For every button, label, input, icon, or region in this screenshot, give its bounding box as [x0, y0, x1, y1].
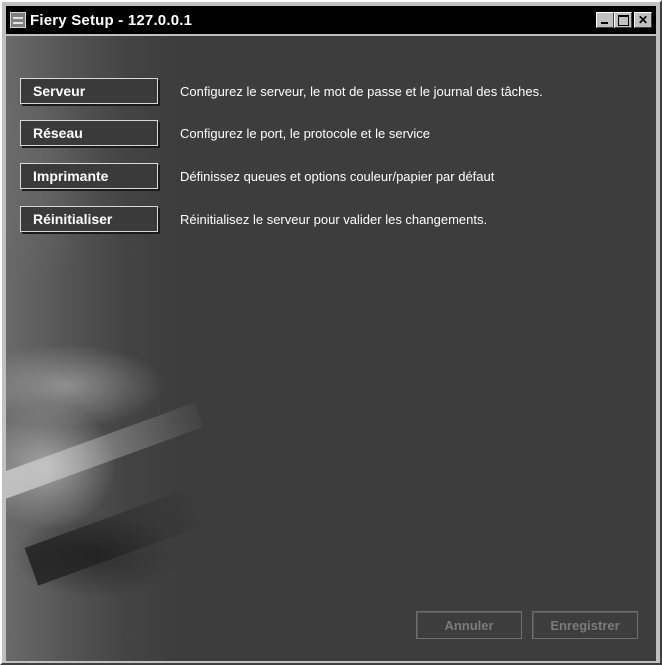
reinitialiser-button[interactable]: Réinitialiser — [20, 206, 158, 232]
menu-row-reseau: Réseau Configurez le port, le protocole … — [20, 120, 430, 146]
title-bar[interactable]: Fiery Setup - 127.0.0.1 ✕ — [6, 6, 656, 34]
imprimante-button[interactable]: Imprimante — [20, 163, 158, 189]
serveur-button[interactable]: Serveur — [20, 78, 158, 104]
cancel-button[interactable]: Annuler — [416, 611, 522, 639]
app-window-icon[interactable] — [10, 12, 26, 28]
reseau-button[interactable]: Réseau — [20, 120, 158, 146]
close-icon[interactable]: ✕ — [634, 12, 652, 28]
save-button[interactable]: Enregistrer — [532, 611, 638, 639]
menu-row-imprimante: Imprimante Définissez queues et options … — [20, 163, 494, 189]
fiery-setup-window: Fiery Setup - 127.0.0.1 ✕ Serveur Config… — [0, 0, 662, 665]
menu-row-serveur: Serveur Configurez le serveur, le mot de… — [20, 78, 543, 104]
reseau-description: Configurez le port, le protocole et le s… — [180, 125, 431, 141]
maximize-icon[interactable] — [614, 12, 632, 28]
imprimante-description: Définissez queues et options couleur/pap… — [180, 168, 495, 184]
menu-row-reinitialiser: Réinitialiser Réinitialisez le serveur p… — [20, 206, 487, 232]
reinitialiser-description: Réinitialisez le serveur pour valider le… — [180, 211, 488, 227]
window-controls: ✕ — [596, 12, 652, 28]
serveur-description: Configurez le serveur, le mot de passe e… — [180, 83, 543, 99]
minimize-icon[interactable] — [596, 12, 614, 28]
setup-content-area: Serveur Configurez le serveur, le mot de… — [6, 36, 656, 661]
window-title: Fiery Setup - 127.0.0.1 — [30, 11, 193, 29]
